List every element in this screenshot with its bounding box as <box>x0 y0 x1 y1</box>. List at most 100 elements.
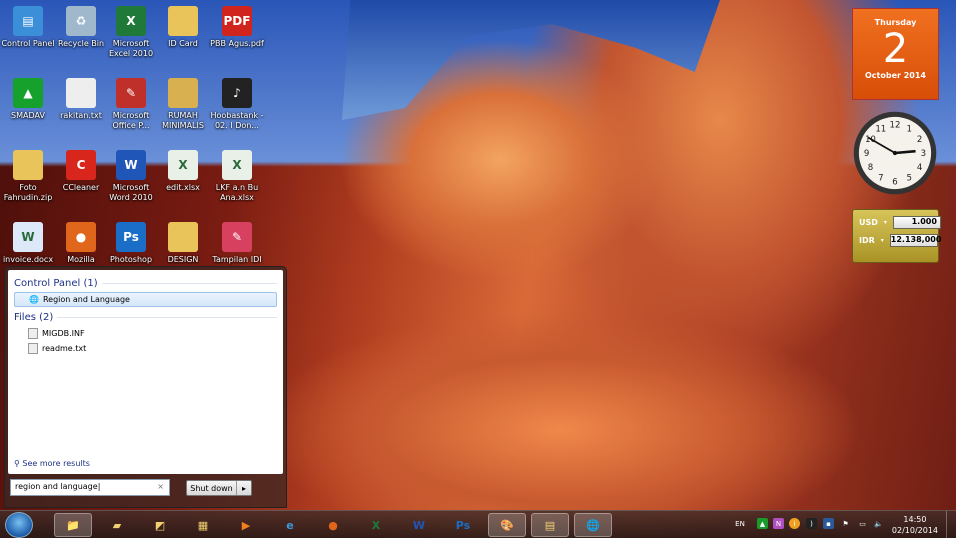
start-search-input[interactable]: region and language| × <box>10 479 170 496</box>
smadav-tray-icon[interactable]: ▲ <box>757 518 768 529</box>
clock-numeral: 11 <box>875 124 886 134</box>
volume-icon[interactable]: 🔈 <box>873 518 884 529</box>
desktop-icon-design[interactable]: DESIGN <box>155 222 211 265</box>
desktop-icon-photoshop[interactable]: Ps Photoshop <box>103 222 159 265</box>
start-menu: Control Panel (1) 🌐 Region and Language F… <box>4 266 287 508</box>
desktop-icon-microsoft-office-p-[interactable]: ✎ Microsoft Office P... <box>103 78 159 131</box>
desktop-icon-recycle-bin[interactable]: ♻ Recycle Bin <box>53 6 109 49</box>
taskbar-word-button[interactable]: W <box>400 513 438 537</box>
info-tray-icon[interactable]: i <box>789 518 800 529</box>
smadav-icon: ▲ <box>13 78 43 108</box>
desktop-icon-pbb-agus-pdf[interactable]: PDF PBB Agus.pdf <box>209 6 265 49</box>
shutdown-options-arrow-icon[interactable]: ▸ <box>237 481 251 495</box>
show-desktop-button[interactable] <box>946 511 956 539</box>
hour-hand <box>894 149 916 155</box>
desktop-icon-tampilan-idi[interactable]: ✎ Tampilan IDI <box>209 222 265 265</box>
text-file-icon <box>66 78 96 108</box>
word-icon: W <box>412 518 426 532</box>
desktop-icon-edit-xlsx[interactable]: Xedit.xlsx <box>155 150 211 193</box>
clock-numeral: 5 <box>906 174 911 184</box>
result-migdb-inf[interactable]: MIGDB.INF <box>14 326 277 341</box>
desktop-icon-id-card[interactable]: ID Card <box>155 6 211 49</box>
control-panel-icon: ▤ <box>13 6 43 36</box>
clock-gadget[interactable]: 1234567891011 12 <box>852 110 938 196</box>
clock-numeral: 8 <box>868 163 873 173</box>
calendar-gadget[interactable]: Thursday 2 October 2014 <box>852 8 939 100</box>
taskbar: 📁 ▰ ◩ ▦ ▶ e ● X W Ps 🎨 ▤ 🌐 EN ▲ N i ) ▪ ⚑ ▭ 🔈 14:50 0… <box>0 510 956 539</box>
taskbar-control-panel-button[interactable]: ▤ <box>531 513 569 537</box>
clear-search-icon[interactable]: × <box>157 482 164 491</box>
desktop-icon-microsoft-word-2010[interactable]: W Microsoft Word 2010 <box>103 150 159 203</box>
region-language-icon: 🌐 <box>586 518 600 532</box>
desktop-icon-rumah-minimalis[interactable]: RUMAH MINIMALIS <box>155 78 211 131</box>
windows-explorer-icon: 📁 <box>66 518 80 532</box>
desktop-icon-ccleaner[interactable]: C CCleaner <box>53 150 109 193</box>
folder-icon <box>168 6 198 36</box>
taskbar-media-player-button[interactable]: ▶ <box>227 513 265 537</box>
desktop-icon-foto-fahrudin-zip[interactable]: Foto Fahrudin.zip <box>0 150 56 203</box>
firefox-icon: ● <box>328 518 338 532</box>
desktop-icon-smadav[interactable]: ▲ SMADAV <box>0 78 56 121</box>
from-amount[interactable]: 1.000 <box>892 216 941 229</box>
result-readme-txt[interactable]: readme.txt <box>14 341 277 356</box>
action-center-flag-icon[interactable]: ⚑ <box>840 518 851 529</box>
result-region-and-language[interactable]: 🌐 Region and Language <box>14 292 277 307</box>
taskbar-firefox-button[interactable]: ● <box>314 513 352 537</box>
eraser-icon: ✎ <box>222 222 252 252</box>
clock-numeral: 2 <box>917 135 922 145</box>
language-indicator[interactable]: EN <box>733 518 747 529</box>
shutdown-button[interactable]: Shut down ▸ <box>186 480 252 496</box>
search-results-pane: Control Panel (1) 🌐 Region and Language F… <box>8 270 283 474</box>
network-icon[interactable]: ▭ <box>857 518 868 529</box>
clock-numeral: 9 <box>864 149 869 159</box>
word-file-icon: W <box>13 222 43 252</box>
media-player-icon: ▶ <box>241 518 251 532</box>
desktop-icon-mozilla[interactable]: ● Mozilla <box>53 222 109 265</box>
taskbar-photoshop-button[interactable]: Ps <box>444 513 482 537</box>
start-button[interactable] <box>5 512 33 538</box>
currency-gadget: USD ▾ 1.000 IDR ▾ 12.138,000 <box>852 209 941 263</box>
firefox-icon: ● <box>66 222 96 252</box>
excel-file-icon: X <box>222 150 252 180</box>
wireless-tray-icon[interactable]: ) <box>806 518 817 529</box>
onenote-tray-icon[interactable]: N <box>773 518 784 529</box>
settings-file-icon <box>28 328 38 339</box>
taskbar-paint-button[interactable]: 🎨 <box>488 513 526 537</box>
desktop-icon-lkf-a-n-bu-ana-xlsx[interactable]: X LKF a.n Bu Ana.xlsx <box>209 150 265 203</box>
paint-icon: 🎨 <box>500 518 514 532</box>
to-currency-select[interactable]: IDR <box>859 236 875 245</box>
desktop-icon-microsoft-excel-2010[interactable]: X Microsoft Excel 2010 <box>103 6 159 59</box>
internet-explorer-icon: e <box>286 518 294 532</box>
system-clock[interactable]: 14:50 02/10/2014 <box>892 514 938 536</box>
desktop-icon-rakitan-txt[interactable]: rakitan.txt <box>53 78 109 121</box>
taskbar-internet-explorer-button[interactable]: e <box>271 513 309 537</box>
photoshop-icon: Ps <box>116 222 146 252</box>
pdf-icon: PDF <box>222 6 252 36</box>
excel-icon: X <box>371 518 381 532</box>
snipping-tool-icon: ◩ <box>154 518 166 532</box>
see-more-results-link[interactable]: ⚲ See more results <box>14 459 90 468</box>
excel-icon: X <box>116 6 146 36</box>
clock-numeral: 4 <box>917 163 922 173</box>
taskbar-sticky-notes-button[interactable]: ▰ <box>98 513 136 537</box>
clock-numeral: 7 <box>878 174 883 184</box>
clock-numeral: 12 <box>890 121 901 131</box>
control-panel-icon: ▤ <box>544 518 556 532</box>
taskbar-region-language-button[interactable]: 🌐 <box>574 513 612 537</box>
clock-numeral: 6 <box>892 177 897 187</box>
from-currency-select[interactable]: USD <box>859 218 878 227</box>
display-tray-icon[interactable]: ▪ <box>823 518 834 529</box>
taskbar-excel-button[interactable]: X <box>357 513 395 537</box>
taskbar-calculator-button[interactable]: ▦ <box>184 513 222 537</box>
recycle-bin-icon: ♻ <box>66 6 96 36</box>
globe-icon: 🌐 <box>29 295 39 304</box>
desktop-icon-control-panel[interactable]: ▤ Control Panel <box>0 6 56 49</box>
taskbar-windows-explorer-button[interactable]: 📁 <box>54 513 92 537</box>
clock-numeral: 10 <box>865 135 876 145</box>
folder-icon <box>168 78 198 108</box>
group-header-control-panel: Control Panel (1) <box>14 278 277 289</box>
taskbar-snipping-tool-button[interactable]: ◩ <box>141 513 179 537</box>
desktop-icon-invoice-docx[interactable]: Winvoice.docx <box>0 222 56 265</box>
desktop-icon-hoobastank-02-i-don-[interactable]: ♪ Hoobastank - 02. I Don... <box>209 78 265 131</box>
sticky-notes-icon: ▰ <box>112 518 122 532</box>
